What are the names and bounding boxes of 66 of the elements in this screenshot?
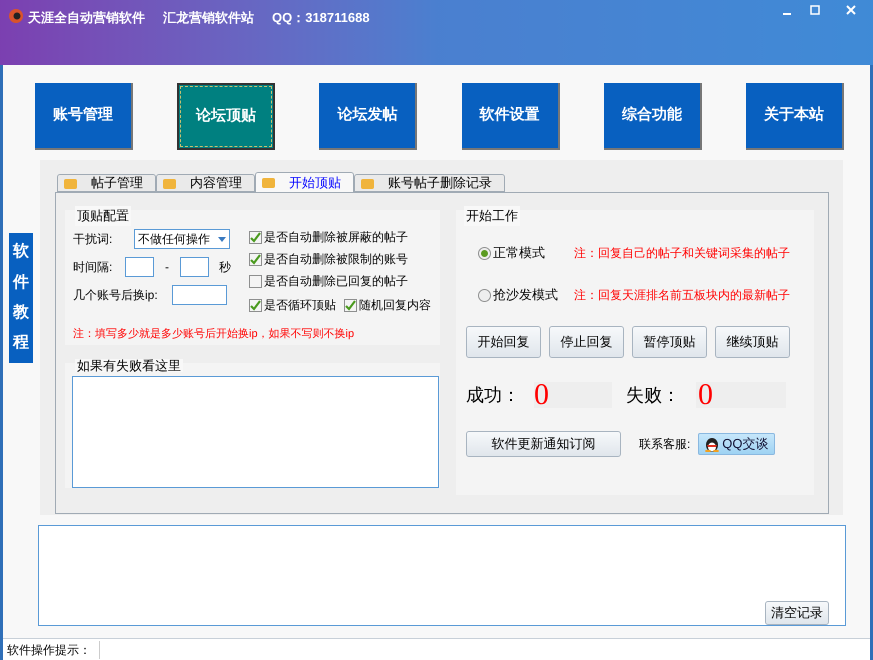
close-icon	[846, 5, 856, 15]
interval-max-field[interactable]	[180, 257, 209, 277]
failure-label: 失败：	[626, 384, 681, 406]
field-label: 几个账号后换ip:	[73, 287, 159, 304]
dropdown-caret-icon	[218, 236, 226, 242]
range-separator: -	[165, 259, 169, 276]
group-title: 开始工作	[464, 206, 520, 226]
group-title: 如果有失败看这里	[75, 359, 183, 372]
folder-icon	[163, 178, 176, 188]
nav-button[interactable]: 综合功能	[604, 83, 702, 150]
checkbox-label: 随机回复内容	[359, 297, 431, 314]
checkbox[interactable]	[249, 274, 262, 288]
checkbox-label: 是否自动删除已回复的帖子	[264, 273, 408, 290]
mode-note: 注：回复天涯排名前五板块内的最新帖子	[574, 287, 790, 304]
nav-button[interactable]: 论坛顶贴	[177, 83, 276, 150]
qq-number: QQ：318711688	[272, 9, 370, 27]
folder-icon	[64, 178, 77, 188]
ip-note: 注：填写多少就是多少账号后开始换ip，如果不写则不换ip	[73, 326, 356, 342]
status-label: 软件操作提示：	[7, 640, 100, 658]
checkbox[interactable]	[249, 230, 262, 244]
maximize-icon	[810, 5, 820, 15]
action-button[interactable]: 软件更新通知订阅	[466, 431, 621, 457]
minimize-icon	[783, 13, 791, 15]
interval-min-field[interactable]	[125, 257, 154, 277]
folder-icon	[361, 178, 374, 188]
unit-label: 秒	[219, 259, 231, 276]
checkbox[interactable]	[344, 298, 357, 312]
contact-label: 联系客服:	[639, 436, 690, 453]
action-button[interactable]: 停止回复	[549, 326, 624, 358]
success-label: 成功：	[466, 384, 521, 406]
field-label: 时间隔:	[73, 259, 114, 276]
window-subtitle: 汇龙营销软件站	[163, 9, 254, 27]
nav-button[interactable]: 论坛发帖	[319, 83, 418, 150]
failure-count: 0	[696, 382, 786, 408]
tab[interactable]: 帖子管理	[57, 174, 156, 192]
checkbox[interactable]	[249, 298, 262, 312]
interference-dropdown[interactable]: 不做任何操作	[134, 229, 230, 249]
mode-note: 注：回复自己的帖子和关键词采集的帖子	[574, 245, 790, 262]
radio-button[interactable]	[478, 246, 491, 260]
checkbox-label: 是否循环顶贴	[264, 297, 336, 314]
success-count: 0	[534, 382, 612, 408]
qq-chat-button[interactable]: QQ交谈	[698, 433, 776, 455]
nav-button[interactable]: 软件设置	[462, 83, 560, 150]
field-label: 干扰词:	[73, 231, 114, 248]
action-button[interactable]: 暂停顶贴	[632, 326, 707, 358]
checkbox-label: 是否自动删除被屏蔽的帖子	[264, 229, 408, 246]
radio-label: 正常模式	[493, 244, 545, 262]
app-logo-icon	[8, 8, 24, 24]
checkbox[interactable]	[249, 252, 262, 266]
window-title: 天涯全自动营销软件	[28, 9, 145, 27]
penguin-icon	[705, 436, 720, 452]
group-title: 顶贴配置	[75, 206, 131, 226]
radio-label: 抢沙发模式	[493, 286, 558, 304]
action-button[interactable]: 清空记录	[765, 601, 829, 625]
radio-button[interactable]	[478, 288, 491, 302]
tab[interactable]: 账号帖子删除记录	[354, 174, 505, 192]
switch-ip-field[interactable]	[172, 285, 227, 305]
checkbox-label: 是否自动删除被限制的账号	[264, 251, 408, 268]
tab[interactable]: 内容管理	[156, 174, 255, 192]
tab[interactable]: 开始顶贴	[255, 172, 354, 192]
action-button[interactable]: 继续顶贴	[715, 326, 790, 358]
nav-button[interactable]: 关于本站	[746, 83, 844, 150]
action-button[interactable]: 开始回复	[466, 326, 541, 358]
side-tab[interactable]: 软件教程	[9, 233, 33, 363]
nav-button[interactable]: 账号管理	[35, 83, 133, 150]
folder-icon	[262, 177, 275, 188]
